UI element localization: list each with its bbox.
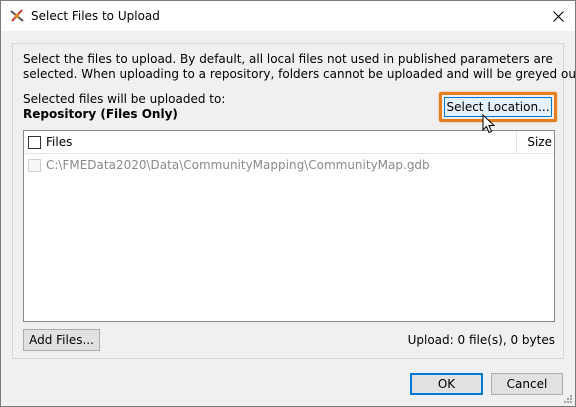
window-title: Select Files to Upload <box>31 9 160 23</box>
description-line-1: Select the files to upload. By default, … <box>23 52 553 66</box>
destination-value: Repository (Files Only) <box>23 107 178 121</box>
select-location-button[interactable]: Select Location... <box>444 97 552 117</box>
upload-panel: Select the files to upload. By default, … <box>12 43 576 359</box>
mouse-pointer-icon <box>482 114 496 134</box>
size-column-label: Size <box>527 135 552 149</box>
file-list[interactable]: Files Size C:\FMEData2020\Data\Community… <box>23 130 555 322</box>
fme-app-icon <box>9 8 25 24</box>
upload-status: Upload: 0 file(s), 0 bytes <box>407 333 555 347</box>
add-files-button[interactable]: Add Files... <box>23 329 100 351</box>
close-icon <box>552 10 564 22</box>
select-all-checkbox[interactable] <box>28 136 41 149</box>
resize-grip-icon[interactable] <box>563 394 573 404</box>
destination-label: Selected files will be uploaded to: <box>23 92 226 106</box>
description-text: Select the files to upload. By default, … <box>23 52 576 82</box>
file-row[interactable]: C:\FMEData2020\Data\CommunityMapping\Com… <box>24 155 554 175</box>
title-bar[interactable]: Select Files to Upload <box>1 1 575 31</box>
dialog-window: Select Files to Upload Select the files … <box>0 0 576 407</box>
file-path: C:\FMEData2020\Data\CommunityMapping\Com… <box>46 158 430 172</box>
size-column-header[interactable]: Size <box>516 131 554 153</box>
close-button[interactable] <box>541 1 575 31</box>
ok-button[interactable]: OK <box>410 373 483 395</box>
cancel-button[interactable]: Cancel <box>491 373 563 395</box>
description-line-2: selected. When uploading to a repository… <box>23 67 576 81</box>
files-column-header[interactable]: Files <box>46 135 72 149</box>
file-row-checkbox[interactable] <box>28 159 41 172</box>
file-list-header: Files Size <box>24 131 554 154</box>
